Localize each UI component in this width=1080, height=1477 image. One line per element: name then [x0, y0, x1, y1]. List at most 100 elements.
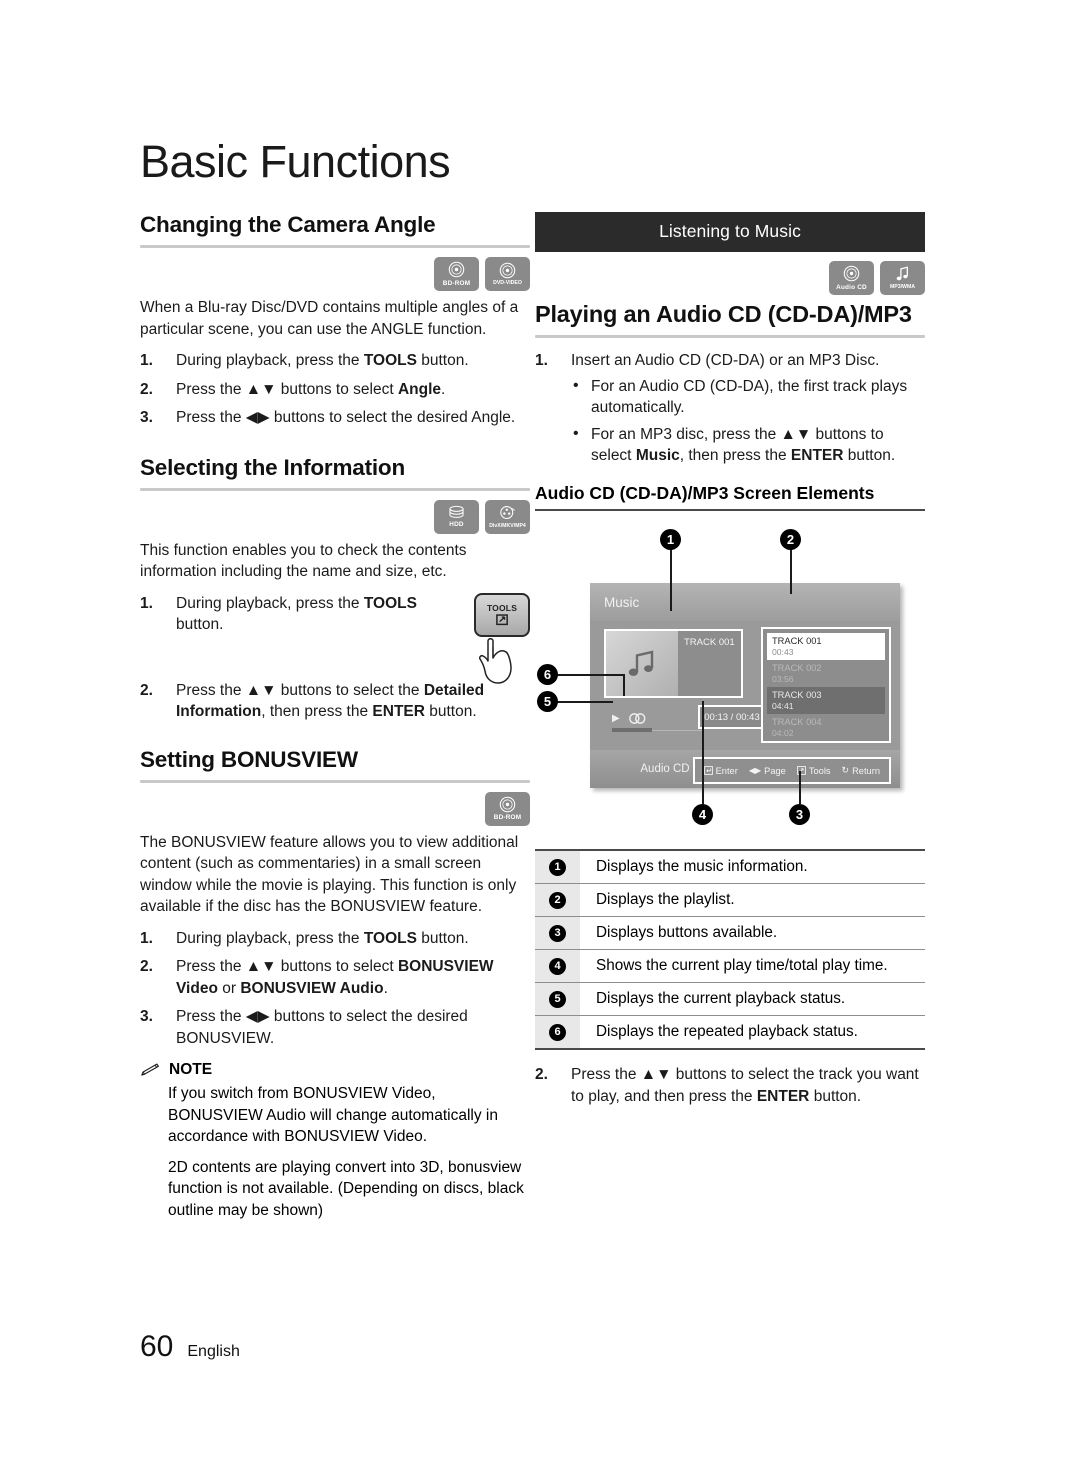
playlist-item-time: 04:02 [772, 728, 794, 738]
screen-main-area: TRACK 001 ▶ 00:13 / 00:43 TRACK 001 00:4… [590, 621, 900, 750]
playlist-item[interactable]: TRACK 002 03:56 [767, 660, 885, 687]
step-text: Insert an Audio CD (CD-DA) or an MP3 Dis… [571, 352, 880, 369]
screen-elements-rule [535, 508, 925, 511]
legend-row: 1 Displays the music information. [535, 851, 925, 884]
album-art-placeholder [606, 631, 678, 696]
now-playing-panel: TRACK 001 [604, 629, 743, 698]
hint-return[interactable]: ↻ Return [842, 765, 880, 776]
note-paragraph: 2D contents are playing convert into 3D,… [168, 1158, 524, 1219]
left-right-arrows-icon: ◀▶ [748, 766, 762, 775]
step-number: 1. [535, 352, 548, 369]
legend-row: 5 Displays the current playback status. [535, 983, 925, 1016]
note-paragraph: If you switch from BONUSVIEW Video, BONU… [168, 1085, 498, 1145]
step-item: 2. Press the ▲▼ buttons to select Angle. [140, 379, 530, 401]
note-label: NOTE [169, 1061, 213, 1078]
button-hints-bar: Enter ◀▶ Page Tools ↻ Return [692, 757, 891, 784]
step-number: 3. [140, 409, 153, 426]
badge-caption: HDD [449, 521, 464, 529]
legend-number-cell: 1 [535, 851, 580, 883]
leader-line-5 [557, 701, 613, 703]
disc-badge-group: Audio CD MP3/WMA [535, 261, 925, 295]
step-item: 1. During playback, press the TOOLS butt… [140, 350, 530, 372]
step-text: During playback, press the TOOLS button. [176, 929, 469, 947]
playlist-item-name: TRACK 001 [772, 636, 822, 646]
heading-rule [140, 245, 530, 248]
step-item: 2. Press the ▲▼ buttons to select BONUSV… [140, 956, 530, 999]
playlist-item-time: 03:56 [772, 674, 794, 684]
hint-label: Enter [715, 765, 738, 776]
section-selecting-the-information: Selecting the Information HDD DivX/MKV/M… [140, 455, 530, 723]
return-arrow-icon: ↻ [841, 765, 850, 775]
disc-badge-group: HDD DivX/MKV/MP4 [140, 499, 530, 534]
badge-caption: BD-ROM [442, 279, 471, 287]
right-column: Listening to Music Audio CD MP3/WMA Play… [535, 212, 925, 1114]
note-header: NOTE [140, 1061, 530, 1079]
step-text: Press the ▲▼ buttons to select the track… [571, 1066, 919, 1105]
badge-caption: DVD-VIDEO [493, 280, 522, 287]
step-number: 1. [140, 594, 153, 612]
tools-key-icon: TOOLS [474, 592, 530, 637]
callout-4: 4 [692, 804, 713, 825]
dvd-video-disc-icon: DVD-VIDEO [485, 257, 530, 291]
section-intro: The BONUSVIEW feature allows you to view… [140, 833, 519, 916]
music-note-glyph [895, 266, 910, 282]
badge-caption: BD-ROM [493, 814, 522, 822]
step-text: Press the ◀▶ buttons to select the desir… [176, 1008, 468, 1047]
screen-elements-heading: Audio CD (CD-DA)/MP3 Screen Elements [535, 482, 875, 503]
section-heading: Playing an Audio CD (CD-DA)/MP3 [535, 301, 912, 327]
page-title: Basic Functions [140, 136, 451, 187]
leader-line-3 [799, 771, 801, 804]
step-number: 2. [140, 958, 153, 975]
bd-rom-disc-icon: BD-ROM [485, 791, 530, 826]
legend-row: 4 Shows the current play time/total play… [535, 950, 925, 983]
callout-3: 3 [789, 804, 810, 825]
legend-row: 3 Displays buttons available. [535, 917, 925, 950]
screen-elements-diagram: 1 2 3 4 5 6 Music TRACK 001 ▶ 00:13 / 00… [535, 523, 925, 833]
playlist-item-time: 04:41 [772, 701, 794, 711]
section-setting-bonusview: Setting BONUSVIEW BD-ROM The BONUSVIEW f… [140, 747, 530, 1222]
disc-badge-group: BD-ROM [140, 791, 530, 826]
step-list: 1. Insert an Audio CD (CD-DA) or an MP3 … [535, 350, 925, 467]
playlist-item[interactable]: TRACK 003 04:41 [767, 687, 885, 714]
play-time-display: 00:13 / 00:43 [698, 705, 766, 729]
leader-line-4 [702, 701, 704, 804]
progress-remaining [652, 729, 704, 731]
heading-rule [140, 779, 530, 783]
playlist-item[interactable]: TRACK 001 00:43 [767, 633, 885, 660]
leader-line-6b [623, 674, 625, 696]
legend-number-cell: 5 [535, 983, 580, 1015]
now-playing-track-label: TRACK 001 [684, 637, 735, 648]
legend-badge: 5 [549, 990, 566, 1008]
step-list: 1. During playback, press the TOOLS butt… [140, 350, 530, 429]
badge-caption: DivX/MKV/MP4 [489, 522, 526, 529]
legend-badge: 4 [549, 957, 566, 975]
hdd-icon: HDD [434, 499, 479, 534]
legend-badge: 1 [549, 858, 566, 876]
playlist-item-name: TRACK 002 [772, 663, 822, 673]
disc-glyph [499, 262, 516, 279]
tools-key-label: TOOLS [486, 602, 518, 613]
hint-enter[interactable]: Enter [703, 765, 738, 776]
playlist-item-name: TRACK 003 [772, 690, 822, 700]
hint-page[interactable]: ◀▶ Page [749, 766, 786, 776]
audio-cd-disc-icon: Audio CD [829, 261, 874, 295]
leader-line-2 [790, 549, 792, 594]
section-intro: When a Blu-ray Disc/DVD contains multipl… [140, 299, 519, 338]
pointing-hand-icon [479, 637, 512, 684]
disc-glyph [448, 261, 465, 278]
divx-mkv-mp4-disc-icon: DivX/MKV/MP4 [485, 499, 530, 534]
disc-glyph [843, 265, 860, 282]
bullet-item: For an Audio CD (CD-DA), the first track… [571, 375, 925, 419]
legend-text: Shows the current play time/total play t… [596, 957, 888, 974]
hint-label: Tools [808, 765, 831, 776]
step-list-continued: 2. Press the ▲▼ buttons to select the tr… [535, 1064, 925, 1107]
hint-tools[interactable]: Tools [796, 765, 831, 776]
step-text: Press the ◀▶ buttons to select the desir… [176, 409, 516, 426]
step-item: 3. Press the ◀▶ buttons to select the de… [140, 407, 530, 429]
bullet-item: For an MP3 disc, press the ▲▼ buttons to… [571, 423, 925, 467]
disc-glyph [499, 796, 516, 813]
left-column: Changing the Camera Angle BD-ROM DVD-VID… [140, 212, 530, 1230]
step-text: During playback, press the TOOLS button. [176, 594, 417, 634]
playlist-item[interactable]: TRACK 004 04:02 [767, 714, 885, 741]
legend-text: Displays the current playback status. [596, 990, 846, 1007]
